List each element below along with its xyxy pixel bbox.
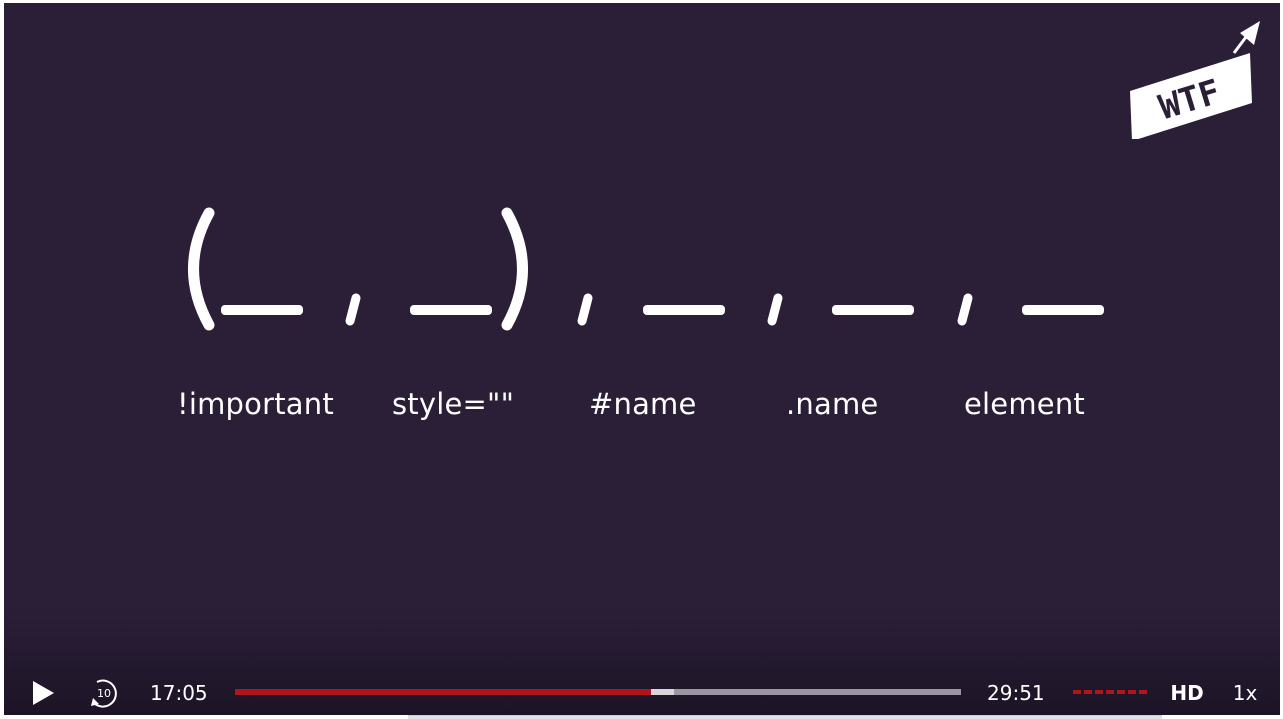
wtf-logo: WTF — [1130, 21, 1260, 139]
label-id: #name — [589, 387, 697, 421]
play-button[interactable] — [26, 678, 60, 708]
blank-slot — [643, 305, 725, 315]
video-frame: !important style="" #name .name element … — [4, 3, 1280, 653]
volume-bar-icon[interactable] — [1073, 684, 1149, 700]
comma-glyph — [577, 293, 593, 326]
progress-played — [235, 689, 651, 695]
page-content-strip — [408, 715, 1162, 719]
blank-slot — [221, 305, 303, 315]
total-time: 29:51 — [987, 681, 1045, 705]
page-background-strip — [0, 715, 408, 719]
comma-glyph — [767, 293, 783, 326]
comma-glyph — [957, 293, 973, 326]
blank-slot — [1022, 305, 1104, 315]
player-controls: 10 17:05 29:51 HD 1x — [4, 670, 1280, 715]
specificity-formula — [188, 207, 1104, 331]
label-class: .name — [786, 387, 879, 421]
hd-quality-button[interactable]: HD — [1165, 678, 1209, 708]
progress-bar[interactable] — [235, 689, 961, 695]
blank-slot — [410, 305, 492, 315]
playback-speed-button[interactable]: 1x — [1225, 678, 1265, 708]
rewind-10-icon: 10 — [91, 679, 117, 708]
video-player[interactable]: !important style="" #name .name element … — [4, 3, 1280, 715]
blank-slot — [832, 305, 914, 315]
open-paren-glyph — [188, 207, 215, 331]
rewind-seconds-text: 10 — [97, 687, 111, 700]
current-time: 17:05 — [150, 681, 208, 705]
close-paren-glyph — [501, 207, 528, 331]
label-inline-style: style="" — [392, 387, 515, 421]
rewind-10-button[interactable]: 10 — [87, 676, 121, 710]
play-icon — [33, 681, 54, 705]
comma-glyph — [345, 293, 361, 326]
label-element: element — [964, 387, 1085, 421]
label-important: !important — [177, 387, 334, 421]
